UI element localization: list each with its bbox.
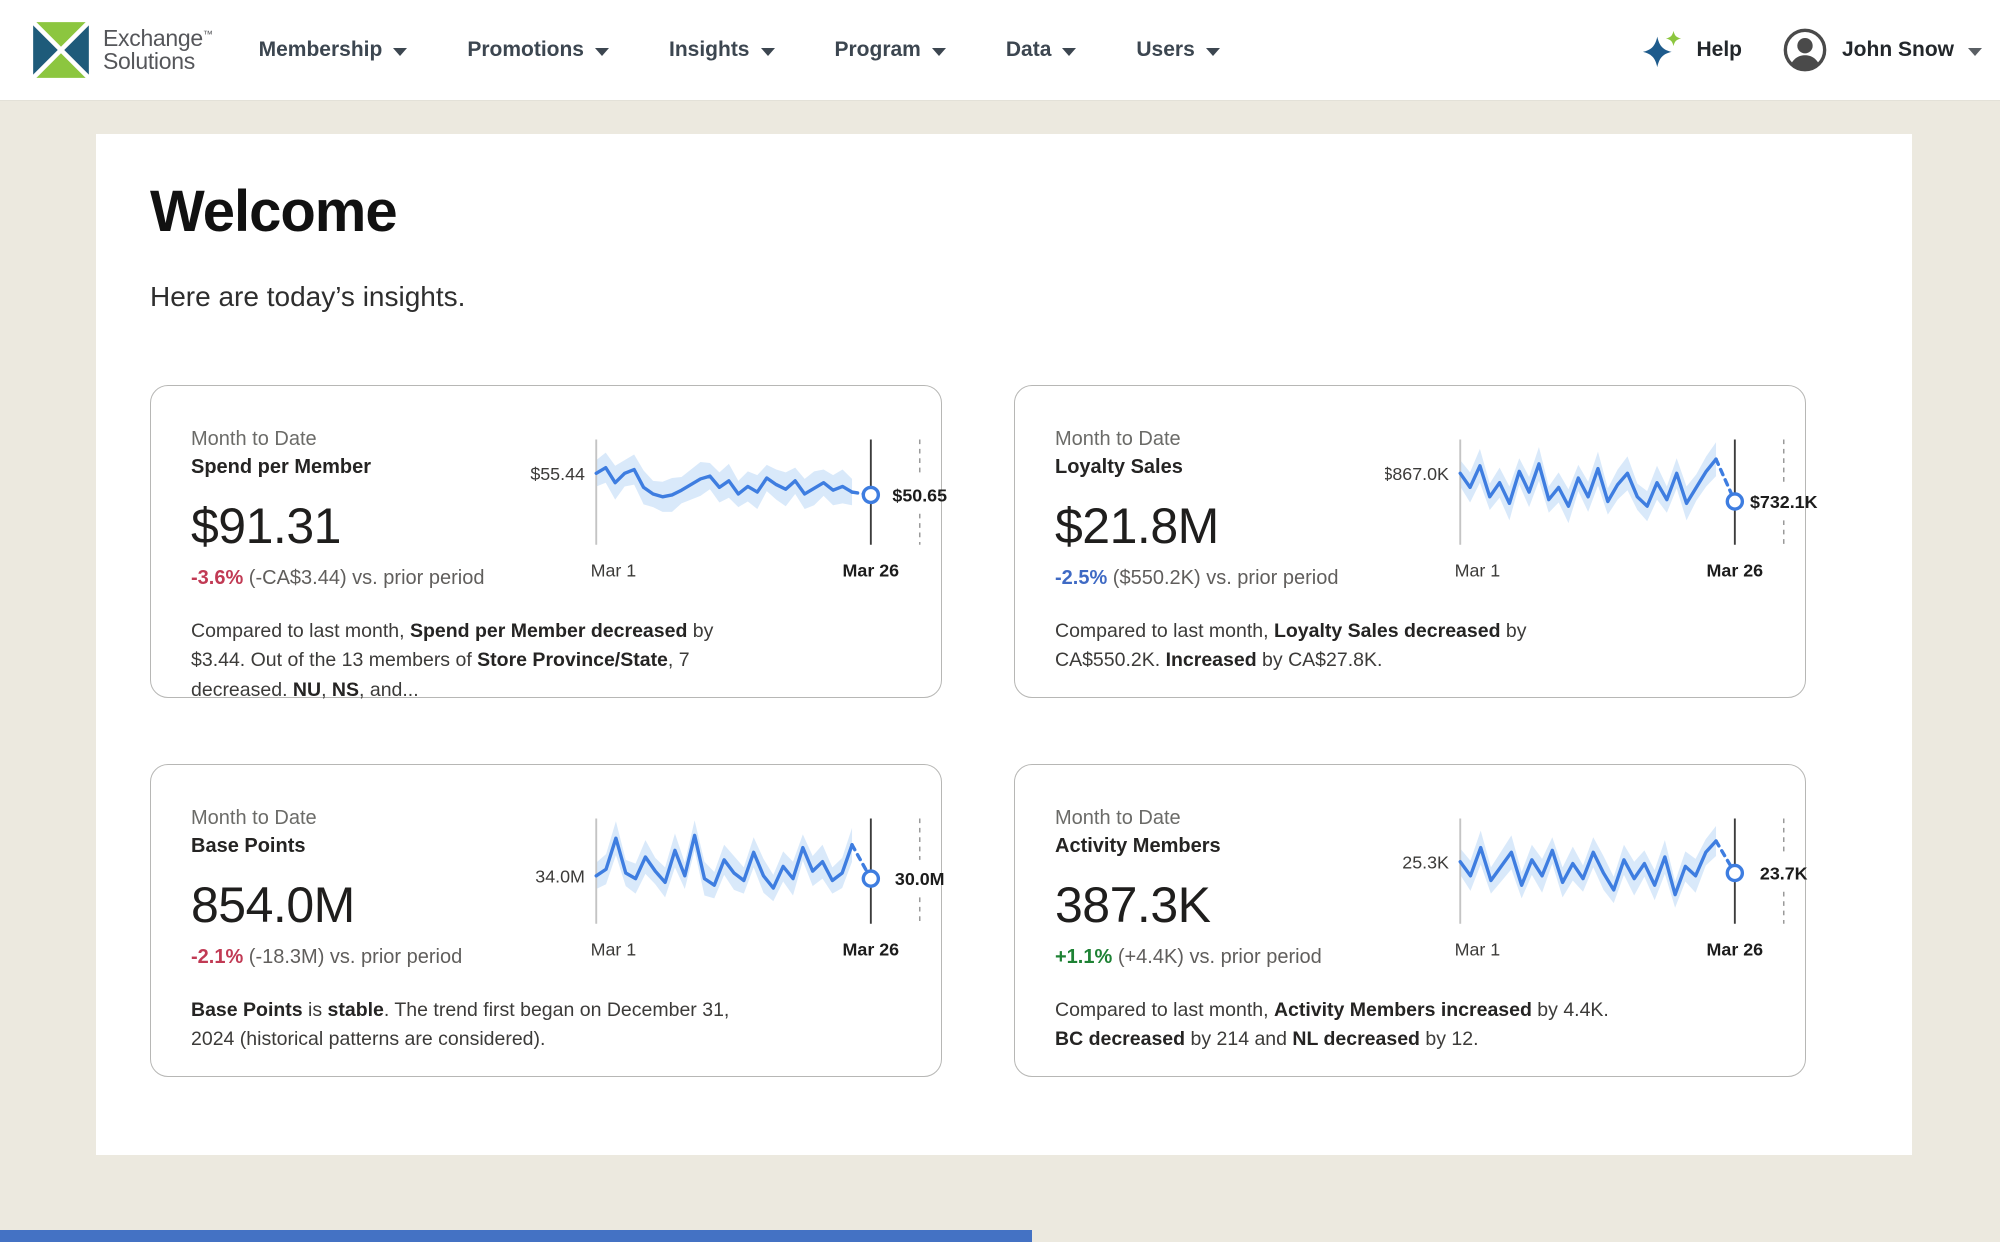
sparkline-chart: 25.3K 23.7K Mar 1 Mar 26 bbox=[1385, 807, 1827, 970]
nav-item-program[interactable]: Program bbox=[835, 38, 946, 62]
nav-item-users[interactable]: Users bbox=[1136, 38, 1219, 62]
chevron-down-icon bbox=[1968, 48, 1982, 56]
card-metric: Spend per Member bbox=[191, 456, 521, 479]
card-summary: Base Points is stable. The trend first b… bbox=[191, 996, 756, 1055]
sparkline-chart: $867.0K $732.1K Mar 1 Mar 26 bbox=[1385, 428, 1827, 591]
chevron-down-icon bbox=[1206, 48, 1220, 56]
card-metric: Base Points bbox=[191, 835, 521, 858]
top-nav: Exchange™ Solutions Membership Promotion… bbox=[0, 0, 2000, 101]
svg-text:23.7K: 23.7K bbox=[1760, 864, 1808, 884]
sparkline-chart: $55.44 $50.65 Mar 1 Mar 26 bbox=[521, 428, 963, 591]
svg-text:$867.0K: $867.0K bbox=[1385, 464, 1449, 484]
page-title: Welcome bbox=[150, 178, 1912, 245]
help-button[interactable]: Help bbox=[1642, 29, 1742, 71]
card-value: $21.8M bbox=[1055, 497, 1385, 555]
card-period: Month to Date bbox=[1055, 807, 1385, 830]
svg-text:30.0M: 30.0M bbox=[895, 869, 945, 889]
nav-item-data[interactable]: Data bbox=[1006, 38, 1077, 62]
card-value: 854.0M bbox=[191, 876, 521, 934]
chevron-down-icon bbox=[761, 48, 775, 56]
nav-item-insights[interactable]: Insights bbox=[669, 38, 775, 62]
nav-item-promotions[interactable]: Promotions bbox=[467, 38, 609, 62]
chevron-down-icon bbox=[1062, 48, 1076, 56]
exchange-solutions-logo-icon bbox=[32, 21, 90, 79]
card-period: Month to Date bbox=[191, 428, 521, 451]
card-metric: Activity Members bbox=[1055, 835, 1385, 858]
kpi-card-base-points[interactable]: Month to Date Base Points 854.0M -2.1% (… bbox=[150, 764, 942, 1077]
user-name: John Snow bbox=[1842, 38, 1954, 62]
chevron-down-icon bbox=[595, 48, 609, 56]
card-summary: Compared to last month, Loyalty Sales de… bbox=[1055, 617, 1620, 676]
card-metric: Loyalty Sales bbox=[1055, 456, 1385, 479]
nav-right: Help John Snow bbox=[1642, 27, 1982, 73]
card-delta: -3.6% (-CA$3.44) vs. prior period bbox=[191, 567, 521, 590]
card-period: Month to Date bbox=[191, 807, 521, 830]
card-delta: +1.1% (+4.4K) vs. prior period bbox=[1055, 946, 1385, 969]
svg-text:Mar 26: Mar 26 bbox=[843, 940, 900, 960]
kpi-card-spend-per-member[interactable]: Month to Date Spend per Member $91.31 -3… bbox=[150, 385, 942, 698]
card-delta: -2.5% ($550.2K) vs. prior period bbox=[1055, 567, 1385, 590]
svg-text:Mar 1: Mar 1 bbox=[591, 940, 637, 960]
bottom-accent-bar bbox=[0, 1230, 1032, 1242]
sparkline-chart: 34.0M 30.0M Mar 1 Mar 26 bbox=[521, 807, 963, 970]
svg-text:Mar 26: Mar 26 bbox=[1707, 561, 1764, 581]
sparkle-icon bbox=[1642, 29, 1684, 71]
user-menu[interactable]: John Snow bbox=[1782, 27, 1982, 73]
svg-text:$50.65: $50.65 bbox=[892, 486, 947, 506]
card-summary: Compared to last month, Activity Members… bbox=[1055, 996, 1620, 1055]
svg-text:$732.1K: $732.1K bbox=[1750, 492, 1818, 512]
content-panel: Welcome Here are today’s insights. Month… bbox=[96, 134, 1912, 1155]
card-value: 387.3K bbox=[1055, 876, 1385, 934]
card-delta: -2.1% (-18.3M) vs. prior period bbox=[191, 946, 521, 969]
nav-item-membership[interactable]: Membership bbox=[259, 38, 408, 62]
chevron-down-icon bbox=[932, 48, 946, 56]
svg-text:Mar 1: Mar 1 bbox=[591, 561, 637, 581]
kpi-card-loyalty-sales[interactable]: Month to Date Loyalty Sales $21.8M -2.5%… bbox=[1014, 385, 1806, 698]
card-period: Month to Date bbox=[1055, 428, 1385, 451]
svg-text:Mar 26: Mar 26 bbox=[1707, 940, 1764, 960]
kpi-card-activity-members[interactable]: Month to Date Activity Members 387.3K +1… bbox=[1014, 764, 1806, 1077]
main-menu: Membership Promotions Insights Program D… bbox=[259, 38, 1220, 62]
page-subtitle: Here are today’s insights. bbox=[150, 281, 1912, 313]
kpi-cards: Month to Date Spend per Member $91.31 -3… bbox=[150, 385, 1912, 1077]
brand-logo[interactable]: Exchange™ Solutions bbox=[32, 21, 213, 79]
card-value: $91.31 bbox=[191, 497, 521, 555]
svg-text:$55.44: $55.44 bbox=[530, 464, 585, 484]
avatar-icon bbox=[1782, 27, 1828, 73]
svg-text:34.0M: 34.0M bbox=[535, 866, 585, 886]
chevron-down-icon bbox=[393, 48, 407, 56]
svg-text:Mar 26: Mar 26 bbox=[843, 561, 900, 581]
svg-text:Mar 1: Mar 1 bbox=[1455, 561, 1501, 581]
svg-text:Mar 1: Mar 1 bbox=[1455, 940, 1501, 960]
svg-text:25.3K: 25.3K bbox=[1402, 852, 1449, 872]
card-summary: Compared to last month, Spend per Member… bbox=[191, 617, 756, 705]
brand-wordmark: Exchange™ Solutions bbox=[103, 27, 213, 74]
